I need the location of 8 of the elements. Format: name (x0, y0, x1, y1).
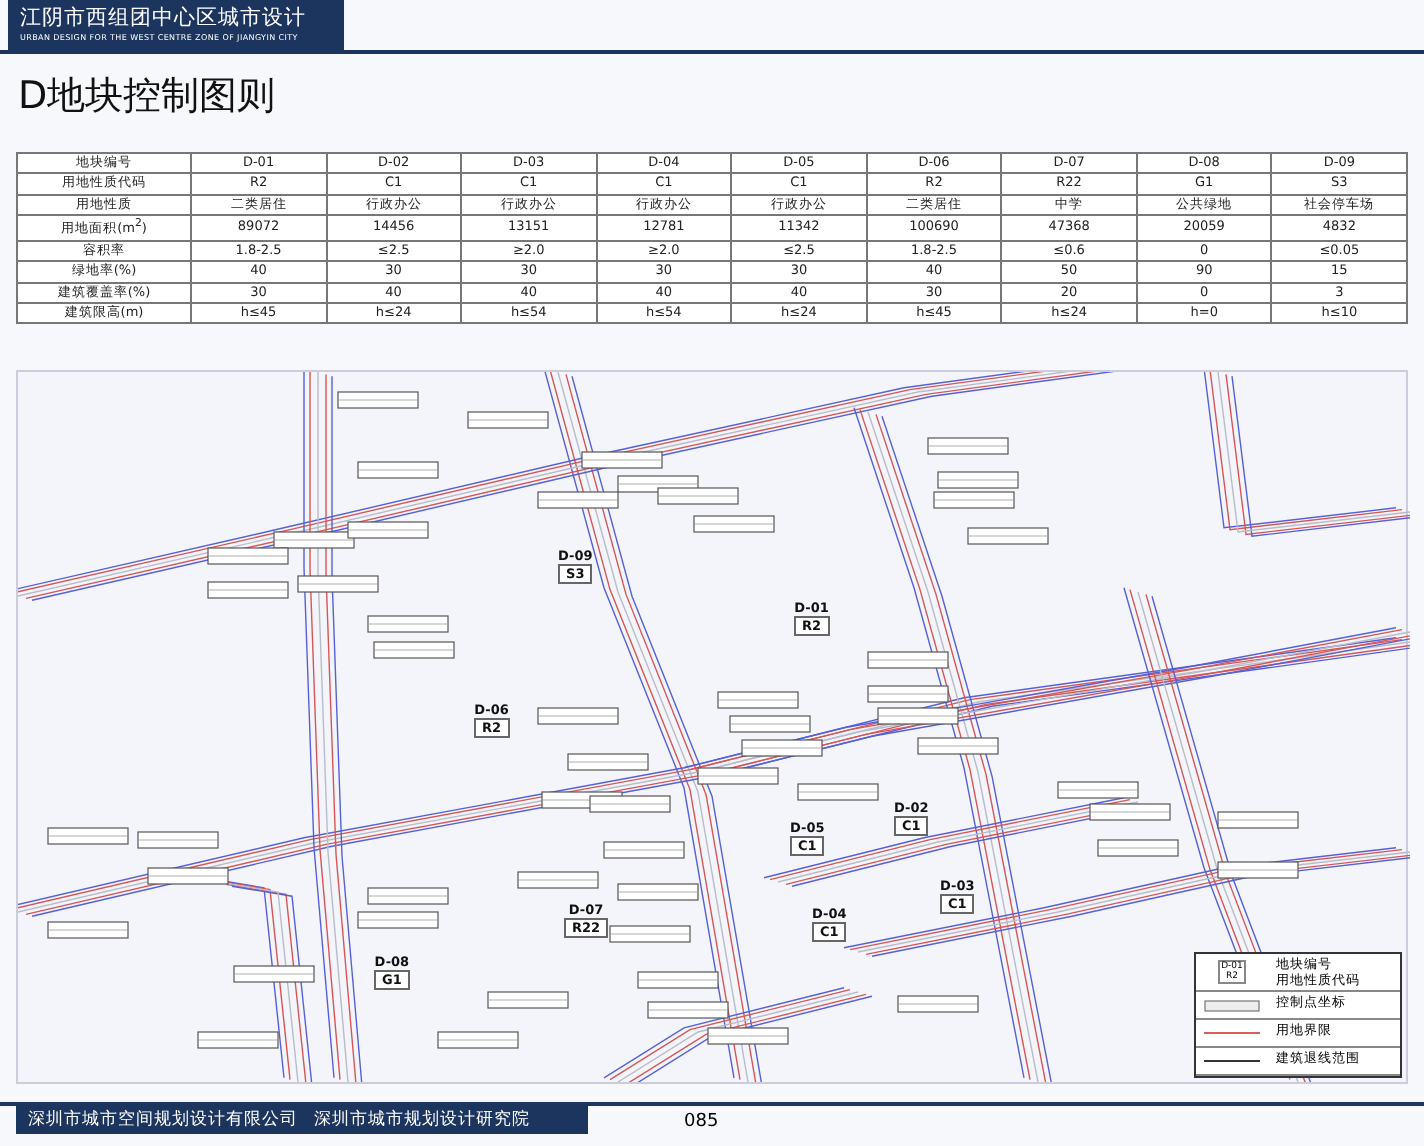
legend-line-icon (1204, 1058, 1260, 1065)
project-title: 江阴市西组团中心区城市设计 (20, 6, 308, 30)
organization-name: 深圳市城市规划设计研究院 (314, 1110, 530, 1131)
legend-line-icon (1204, 1030, 1260, 1037)
page-title: D地块控制图则 (18, 74, 276, 118)
control-point-icon (1204, 999, 1260, 1012)
page-number: 085 (684, 1112, 719, 1135)
organization-name: 深圳市城市空间规划设计有限公司 (28, 1110, 298, 1131)
